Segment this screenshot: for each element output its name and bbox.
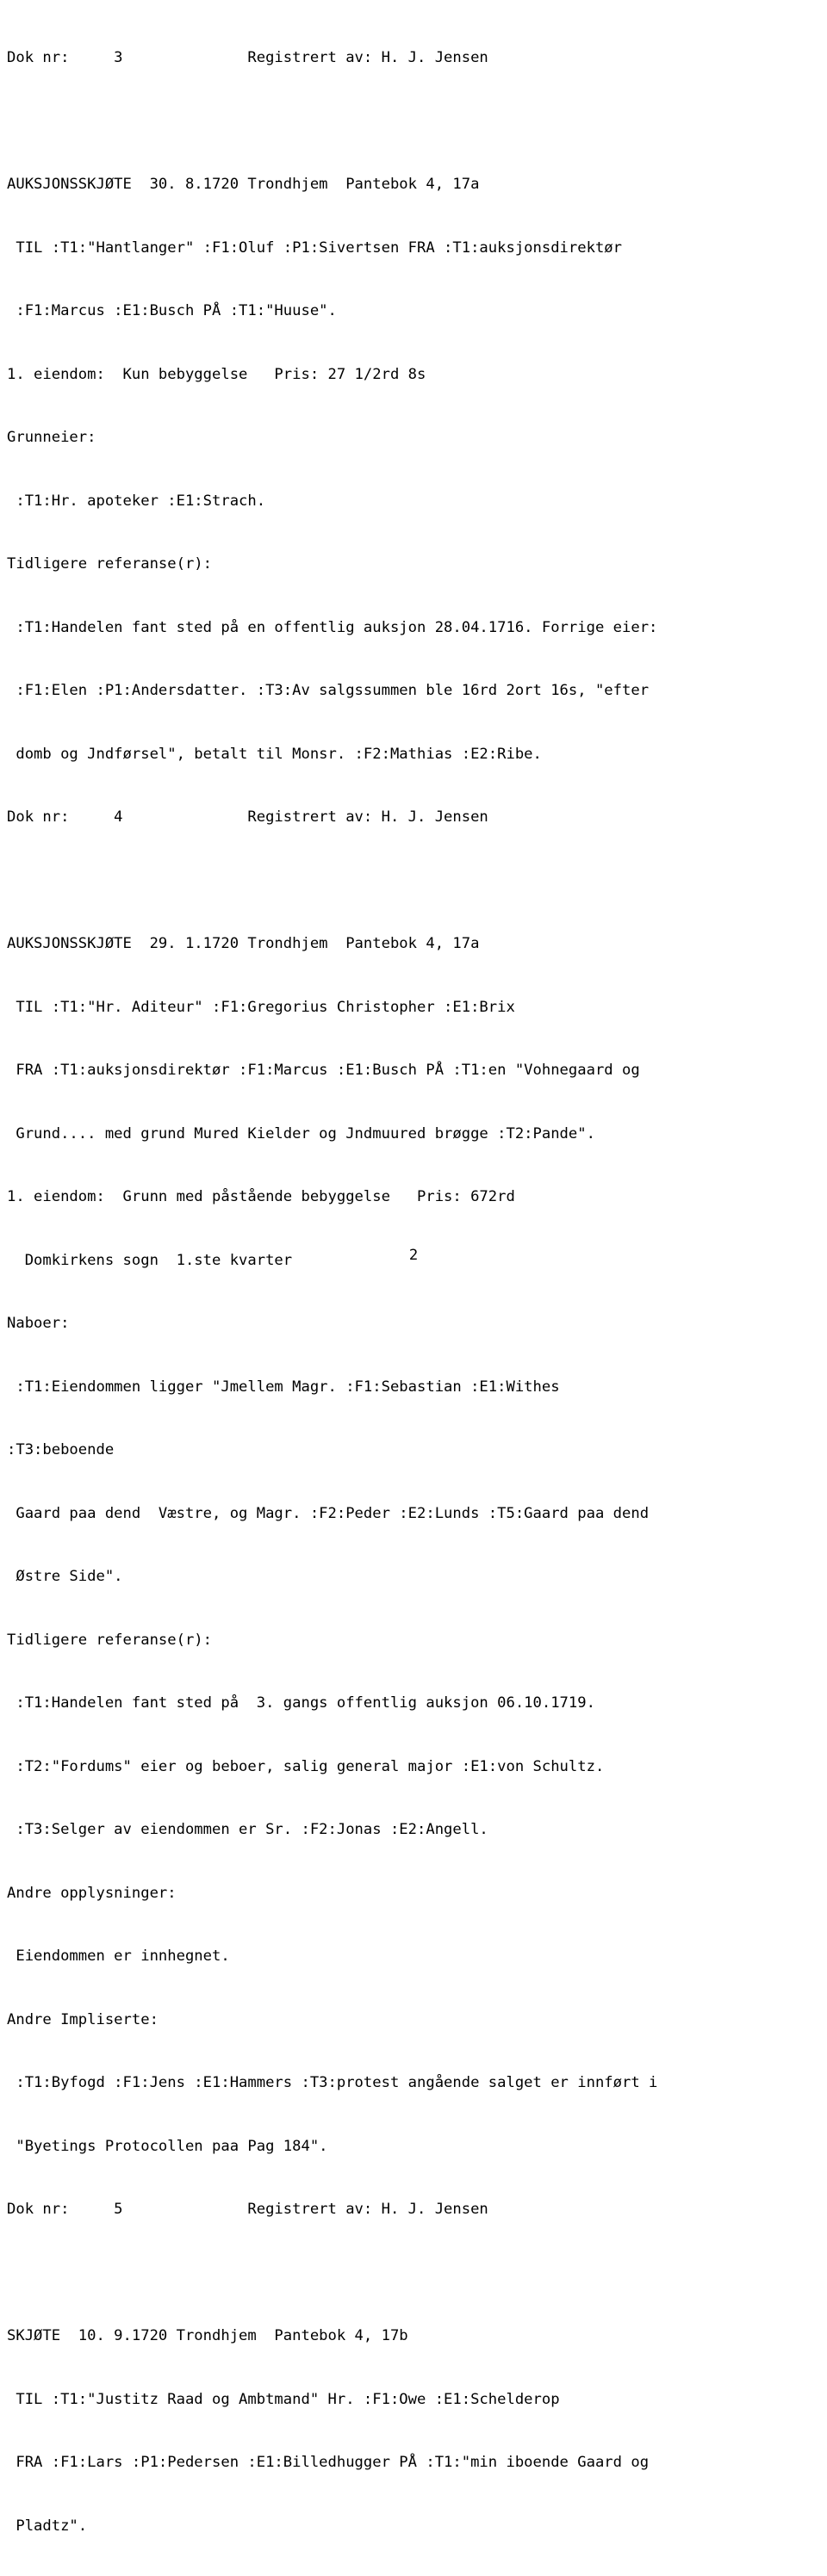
text-line: :T1:Handelen fant sted på en offentlig a… — [7, 618, 658, 636]
document-text-body: Dok nr: 3 Registrert av: H. J. Jensen AU… — [7, 5, 827, 2576]
text-line: :F1:Marcus :E1:Busch PÅ :T1:"Huuse". — [7, 302, 337, 319]
page-number: 2 — [408, 1247, 419, 1264]
text-line: :T3:Selger av eiendommen er Sr. :F2:Jona… — [7, 1821, 488, 1838]
text-line-blank — [7, 111, 827, 133]
text-line: :T3:beboende — [7, 1441, 115, 1458]
text-line: Grunneier: — [7, 429, 96, 446]
text-line: SKJØTE 10. 9.1720 Trondhjem Pantebok 4, … — [7, 2327, 408, 2344]
text-line: Pladtz". — [7, 2517, 88, 2535]
text-line: Østre Side". — [7, 1568, 123, 1585]
text-line: Tidligere referanse(r): — [7, 1631, 212, 1649]
text-line: Andre Impliserte: — [7, 2010, 159, 2028]
text-line-blank — [7, 2263, 827, 2284]
text-line: :T1:Handelen fant sted på 3. gangs offen… — [7, 1694, 595, 1712]
text-line: :T1:Eiendommen ligger "Jmellem Magr. :F1… — [7, 1378, 560, 1396]
text-line: domb og Jndførsel", betalt til Monsr. :F… — [7, 745, 542, 763]
text-line: AUKSJONSSKJØTE 30. 8.1720 Trondhjem Pant… — [7, 176, 480, 193]
document-page: Dok nr: 3 Registrert av: H. J. Jensen AU… — [0, 0, 827, 2535]
text-line: Eiendommen er innhegnet. — [7, 1947, 230, 1965]
text-line: Naboer: — [7, 1315, 70, 1332]
text-line: Dok nr: 3 Registrert av: H. J. Jensen — [7, 49, 488, 66]
text-line: Tidligere referanse(r): — [7, 555, 212, 573]
text-line: Gaard paa dend Væstre, og Magr. :F2:Pede… — [7, 1504, 650, 1522]
text-line: TIL :T1:"Hr. Aditeur" :F1:Gregorius Chri… — [7, 998, 515, 1016]
text-line: FRA :T1:auksjonsdirektør :F1:Marcus :E1:… — [7, 1062, 640, 1079]
text-line: FRA :F1:Lars :P1:Pedersen :E1:Billedhugg… — [7, 2454, 650, 2471]
text-line: TIL :T1:"Hantlanger" :F1:Oluf :P1:Sivert… — [7, 238, 622, 257]
text-line: :T1:Hr. apoteker :E1:Strach. — [7, 492, 266, 510]
text-line: TIL :T1:"Justitz Raad og Ambtmand" Hr. :… — [7, 2390, 560, 2408]
text-line: Grund.... med grund Mured Kielder og Jnd… — [7, 1124, 595, 1142]
text-line: :T1:Byfogd :F1:Jens :E1:Hammers :T3:prot… — [7, 2074, 658, 2091]
text-line: :T2:"Fordums" eier og beboer, salig gene… — [7, 1757, 605, 1775]
text-line: 1. eiendom: Grunn med påstående bebyggel… — [7, 1188, 515, 1205]
text-line: Dok nr: 5 Registrert av: H. J. Jensen — [7, 2201, 488, 2218]
text-line: Dok nr: 4 Registrert av: H. J. Jensen — [7, 808, 488, 826]
text-line: :F1:Elen :P1:Andersdatter. :T3:Av salgss… — [7, 682, 650, 699]
text-line: AUKSJONSSKJØTE 29. 1.1720 Trondhjem Pant… — [7, 935, 480, 952]
text-line: "Byetings Protocollen paa Pag 184". — [7, 2137, 328, 2155]
text-line-blank — [7, 870, 827, 892]
text-line: Andre opplysninger: — [7, 1884, 177, 1902]
text-line: 1. eiendom: Kun bebyggelse Pris: 27 1/2r… — [7, 365, 426, 383]
